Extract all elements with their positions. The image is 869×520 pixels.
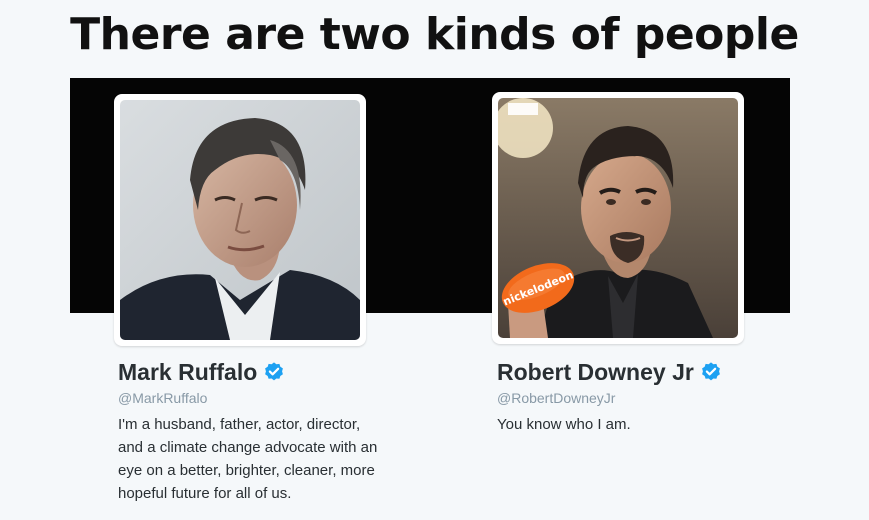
avatar-photo-right: nickelodeon [498, 98, 738, 338]
bio-line: I'm a husband, father, actor, director, [118, 416, 361, 433]
profile-display-name[interactable]: Robert Downey Jr [497, 359, 694, 386]
profile-avatar-right[interactable]: nickelodeon [492, 92, 744, 344]
profile-name-row: Mark Ruffalo [118, 355, 448, 389]
profile-display-name[interactable]: Mark Ruffalo [118, 359, 257, 386]
verified-badge-icon [701, 362, 720, 381]
bio-line: You know who I am. [497, 416, 631, 433]
profile-bio: You know who I am. [497, 413, 827, 436]
meme-title: There are two kinds of people [70, 9, 799, 60]
profile-name-row: Robert Downey Jr [497, 355, 827, 389]
profile-card-right: Robert Downey Jr @RobertDowneyJr You kno… [497, 355, 827, 436]
profile-handle[interactable]: @MarkRuffalo [118, 389, 448, 407]
bio-line: hopeful future for all of us. [118, 485, 292, 502]
avatar-photo-left [120, 100, 360, 340]
verified-badge-icon [265, 362, 284, 381]
bio-line: eye on a better, brighter, cleaner, more [118, 462, 375, 479]
bio-line: and a climate change advocate with an [118, 439, 378, 456]
profile-handle[interactable]: @RobertDowneyJr [497, 389, 827, 407]
profile-avatar-left[interactable] [114, 94, 366, 346]
profile-card-left: Mark Ruffalo @MarkRuffalo I'm a husband,… [118, 355, 448, 505]
profile-bio: I'm a husband, father, actor, director, … [118, 413, 448, 505]
